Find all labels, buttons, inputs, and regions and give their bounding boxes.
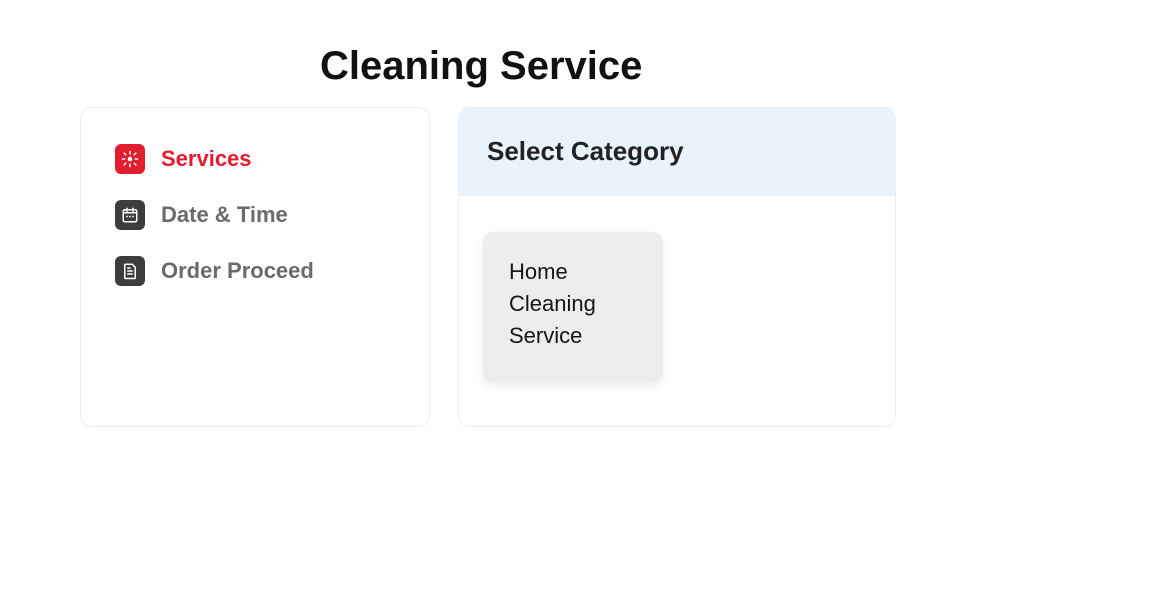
panel-title: Select Category (487, 136, 867, 167)
panel-header: Select Category (459, 108, 895, 196)
sidebar-item-order-proceed[interactable]: Order Proceed (115, 256, 395, 286)
sidebar-item-label: Order Proceed (161, 258, 314, 284)
main-panel: Select Category Home Cleaning Service (458, 107, 896, 427)
document-icon (115, 256, 145, 286)
panel-body: Home Cleaning Service (459, 196, 895, 426)
sidebar-item-label: Date & Time (161, 202, 288, 228)
category-card-home-cleaning[interactable]: Home Cleaning Service (483, 232, 663, 382)
sidebar: Services Date & Time (80, 107, 430, 427)
sidebar-item-services[interactable]: Services (115, 144, 395, 174)
calendar-icon (115, 200, 145, 230)
sidebar-item-date-time[interactable]: Date & Time (115, 200, 395, 230)
page-title: Cleaning Service (0, 0, 1162, 107)
sidebar-item-label: Services (161, 146, 252, 172)
layout: Services Date & Time (0, 107, 1162, 427)
gear-icon (115, 144, 145, 174)
category-card-title: Home Cleaning Service (509, 256, 637, 352)
